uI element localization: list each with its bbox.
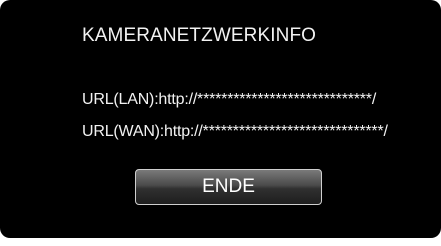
end-button-label: ENDE <box>202 176 255 197</box>
camera-network-info-screen: KAMERANETZWERKINFO URL(LAN):http://*****… <box>0 0 441 238</box>
page-title: KAMERANETZWERKINFO <box>82 25 317 46</box>
url-lan-text: URL(LAN):http://************************… <box>82 91 377 108</box>
end-button[interactable]: ENDE <box>135 169 322 205</box>
url-wan-text: URL(WAN):http://************************… <box>82 123 388 140</box>
